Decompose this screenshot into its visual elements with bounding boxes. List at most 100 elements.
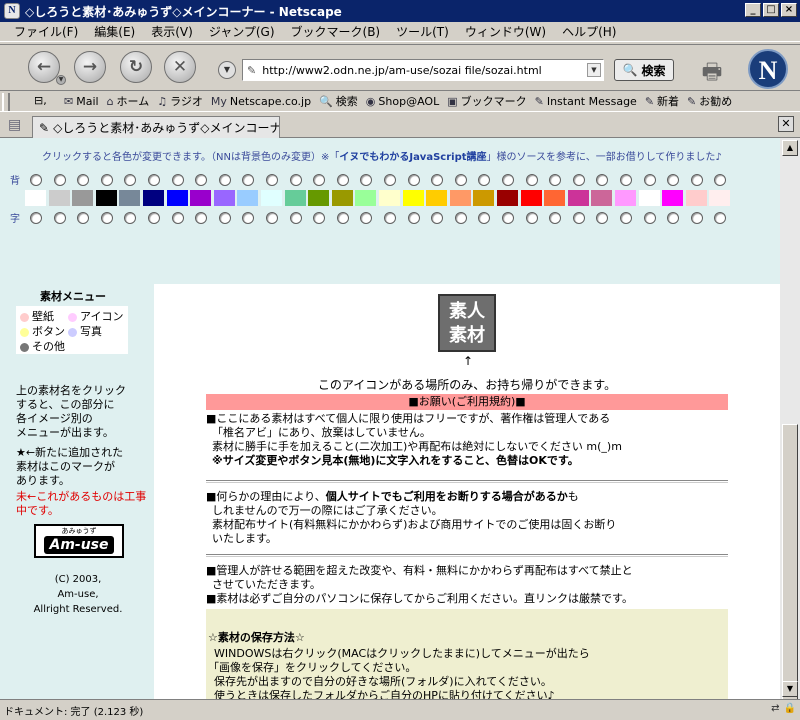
am-use-logo[interactable]: あみゅうず Am-use: [34, 524, 124, 558]
text-color-radio[interactable]: [690, 212, 703, 224]
bg-color-radio[interactable]: [266, 174, 278, 186]
reload-button[interactable]: ↻: [120, 51, 152, 83]
text-color-radio[interactable]: [643, 212, 656, 224]
url-dropdown-icon[interactable]: ▼: [587, 63, 601, 77]
menu-edit[interactable]: 編集(E): [86, 23, 143, 40]
bg-color-radio[interactable]: [313, 174, 326, 186]
bg-color-radio[interactable]: [124, 174, 137, 186]
netscape-app-icon[interactable]: N: [4, 3, 20, 19]
bg-color-radio[interactable]: [148, 174, 160, 186]
bg-color-radio[interactable]: [572, 174, 585, 186]
text-color-radio[interactable]: [502, 212, 514, 224]
pb-home[interactable]: ⌂ ホーム: [107, 93, 150, 109]
bg-color-radio[interactable]: [667, 174, 680, 186]
menu-others[interactable]: その他: [20, 338, 65, 354]
text-color-radio[interactable]: [431, 212, 444, 224]
url-history-button[interactable]: ▼: [218, 61, 236, 79]
pb-instant-message[interactable]: ✎ Instant Message: [535, 95, 637, 108]
text-color-radio[interactable]: [171, 212, 184, 224]
tab-main-corner[interactable]: ✎ ◇しろうと素材･あみゅうず◇メインコーナー: [32, 116, 280, 138]
text-color-radio[interactable]: [525, 212, 538, 224]
bg-color-radio[interactable]: [171, 174, 184, 186]
stop-button[interactable]: ✕: [164, 51, 196, 83]
tabs-menu-icon[interactable]: ⊟,: [34, 94, 47, 107]
menu-wallpaper[interactable]: 壁紙: [20, 308, 54, 324]
bg-color-radio[interactable]: [431, 174, 444, 186]
text-color-radio[interactable]: [549, 212, 562, 224]
print-icon[interactable]: 🖶: [696, 55, 728, 85]
pb-mail[interactable]: ✉ Mail: [64, 95, 99, 108]
text-color-radio[interactable]: [407, 212, 420, 224]
bg-color-radio[interactable]: [620, 174, 632, 186]
text-color-radio[interactable]: [384, 212, 396, 224]
maximize-button[interactable]: □: [763, 3, 779, 17]
pb-shop-aol[interactable]: ◉ Shop@AOL: [366, 95, 439, 108]
text-color-radio[interactable]: [454, 212, 467, 224]
scroll-up-button[interactable]: ▲: [782, 140, 798, 156]
bg-color-radio[interactable]: [478, 174, 491, 186]
sidebar-toggle-icon[interactable]: ▤: [8, 117, 21, 133]
close-window-button[interactable]: ×: [781, 3, 797, 17]
text-color-radio[interactable]: [336, 212, 349, 224]
text-color-radio[interactable]: [289, 212, 302, 224]
connection-icon[interactable]: ⇄: [771, 703, 779, 714]
bg-color-radio[interactable]: [525, 174, 538, 186]
close-tab-button[interactable]: ✕: [778, 116, 794, 132]
text-color-radio[interactable]: [620, 212, 632, 224]
menu-photos[interactable]: 写真: [68, 323, 102, 339]
text-color-radio[interactable]: [714, 212, 727, 224]
text-color-radio[interactable]: [195, 212, 208, 224]
menu-view[interactable]: 表示(V): [143, 23, 201, 40]
bg-color-radio[interactable]: [643, 174, 656, 186]
text-color-radio[interactable]: [124, 212, 137, 224]
url-input[interactable]: [262, 63, 583, 77]
back-history-dropdown[interactable]: ▼: [56, 75, 66, 85]
text-color-radio[interactable]: [572, 212, 585, 224]
bg-color-radio[interactable]: [360, 174, 373, 186]
pb-recommend[interactable]: ✎ お勧め: [687, 93, 732, 109]
bg-color-radio[interactable]: [100, 174, 113, 186]
text-color-radio[interactable]: [478, 212, 491, 224]
bg-color-radio[interactable]: [289, 174, 302, 186]
forward-button[interactable]: →: [74, 51, 106, 83]
netscape-throbber-icon[interactable]: N: [748, 49, 788, 89]
url-field[interactable]: ✎ ▼: [242, 59, 604, 81]
minimize-button[interactable]: _: [745, 3, 761, 17]
text-color-radio[interactable]: [667, 212, 680, 224]
scroll-thumb[interactable]: [782, 424, 798, 700]
text-color-radio[interactable]: [100, 212, 113, 224]
text-color-radio[interactable]: [266, 212, 278, 224]
text-color-radio[interactable]: [30, 212, 42, 224]
menu-icons[interactable]: アイコン: [68, 308, 123, 324]
bg-color-radio[interactable]: [502, 174, 514, 186]
bg-color-radio[interactable]: [336, 174, 349, 186]
bg-color-radio[interactable]: [549, 174, 562, 186]
scroll-down-button[interactable]: ▼: [782, 681, 798, 697]
vertical-scrollbar[interactable]: ▲ ▼: [780, 138, 800, 700]
pb-search[interactable]: 🔍 検索: [319, 93, 358, 109]
bg-color-radio[interactable]: [77, 174, 90, 186]
text-color-radio[interactable]: [77, 212, 90, 224]
menu-file[interactable]: ファイル(F): [6, 23, 86, 40]
bg-color-radio[interactable]: [714, 174, 727, 186]
menu-help[interactable]: ヘルプ(H): [554, 23, 624, 40]
security-lock-icon[interactable]: 🔒: [784, 703, 796, 714]
menu-tools[interactable]: ツール(T): [388, 23, 457, 40]
text-color-radio[interactable]: [242, 212, 255, 224]
bg-color-radio[interactable]: [690, 174, 703, 186]
bg-color-radio[interactable]: [407, 174, 420, 186]
menu-go[interactable]: ジャンプ(G): [201, 23, 283, 40]
bg-color-radio[interactable]: [53, 174, 66, 186]
bg-color-radio[interactable]: [218, 174, 231, 186]
menu-window[interactable]: ウィンドウ(W): [457, 23, 554, 40]
bg-color-radio[interactable]: [384, 174, 396, 186]
pb-netscape-co-jp[interactable]: My Netscape.co.jp: [211, 95, 311, 108]
menu-buttons[interactable]: ボタン: [20, 323, 65, 339]
text-color-radio[interactable]: [53, 212, 66, 224]
js-course-link[interactable]: イヌでもわかるJavaScript講座: [339, 152, 486, 163]
text-color-radio[interactable]: [148, 212, 160, 224]
bg-color-radio[interactable]: [242, 174, 255, 186]
toolbar-grip[interactable]: [2, 93, 10, 111]
menu-bookmarks[interactable]: ブックマーク(B): [283, 23, 389, 40]
text-color-radio[interactable]: [313, 212, 326, 224]
